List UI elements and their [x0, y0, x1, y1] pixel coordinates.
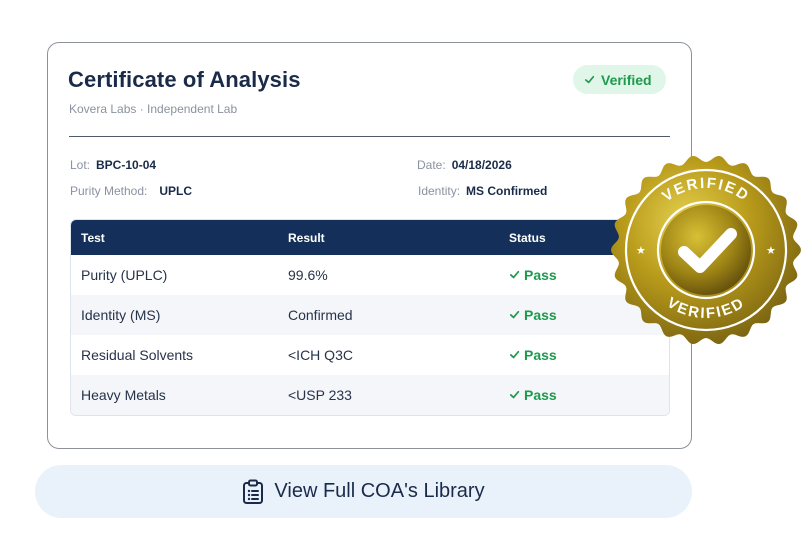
- meta-identity-value: MS Confirmed: [466, 184, 548, 198]
- pass-label: Pass: [524, 306, 557, 323]
- meta-lot-value: BPC-10-04: [96, 158, 157, 172]
- page: Certificate of Analysis Kovera Labs · In…: [0, 0, 809, 552]
- seal-star-left: ★: [636, 244, 646, 257]
- seal-star-right: ★: [766, 244, 776, 257]
- cell-result: <USP 233: [288, 387, 352, 403]
- header-test: Test: [81, 230, 105, 245]
- coa-card: Certificate of Analysis Kovera Labs · In…: [47, 42, 692, 449]
- cell-result: 99.6%: [288, 267, 328, 283]
- cell-status: Pass: [509, 387, 669, 404]
- view-coa-library-button[interactable]: View Full COA's Library: [35, 465, 692, 518]
- pass-status: Pass: [509, 307, 557, 323]
- meta-date-label: Date:: [417, 158, 446, 172]
- pass-label: Pass: [524, 386, 557, 403]
- meta-identity: Identity: MS Confirmed: [418, 184, 547, 198]
- check-icon: [509, 391, 520, 399]
- results-table: Test Result Status Purity (UPLC) 99.6% P…: [70, 219, 670, 416]
- meta-identity-label: Identity:: [418, 184, 461, 198]
- clipboard-list-icon: [243, 479, 264, 504]
- meta-lot-label: Lot:: [70, 158, 91, 172]
- cell-result: Confirmed: [288, 307, 353, 323]
- meta-lot: Lot: BPC-10-04: [70, 158, 156, 172]
- card-subtitle: Kovera Labs · Independent Lab: [69, 102, 238, 116]
- check-icon: [509, 311, 520, 319]
- pass-label: Pass: [524, 266, 557, 283]
- meta-date: Date: 04/18/2026: [417, 158, 512, 172]
- table-row: Heavy Metals <USP 233 Pass: [71, 375, 669, 415]
- check-icon: [509, 351, 520, 359]
- verified-badge: Verified: [573, 65, 666, 94]
- meta-purity-method: Purity Method: UPLC: [70, 184, 192, 198]
- pass-status: Pass: [509, 387, 557, 403]
- view-coa-library-label: View Full COA's Library: [274, 480, 485, 502]
- card-title: Certificate of Analysis: [68, 67, 301, 92]
- cell-test: Identity (MS): [81, 307, 161, 323]
- table-row: Residual Solvents <ICH Q3C Pass: [71, 335, 669, 375]
- verified-seal-icon: VERIFIED VERIFIED ★ ★: [611, 155, 801, 345]
- check-icon: [585, 75, 595, 84]
- header-result: Result: [288, 230, 325, 245]
- meta-date-value: 04/18/2026: [451, 158, 512, 172]
- cell-result: <ICH Q3C: [288, 347, 353, 363]
- meta-method-label: Purity Method:: [70, 184, 148, 198]
- table-row: Identity (MS) Confirmed Pass: [71, 295, 669, 335]
- pass-status: Pass: [509, 347, 557, 363]
- pass-label: Pass: [524, 346, 557, 363]
- table-header: Test Result Status: [71, 220, 669, 255]
- cell-test: Residual Solvents: [81, 347, 194, 363]
- cell-status: Pass: [509, 347, 669, 364]
- divider: [69, 136, 670, 137]
- cell-test: Purity (UPLC): [81, 267, 168, 283]
- table-row: Purity (UPLC) 99.6% Pass: [71, 255, 669, 295]
- check-icon: [509, 271, 520, 279]
- pass-status: Pass: [509, 267, 557, 283]
- cell-test: Heavy Metals: [81, 387, 166, 403]
- meta-method-value: UPLC: [159, 184, 193, 198]
- verified-badge-label: Verified: [601, 71, 652, 88]
